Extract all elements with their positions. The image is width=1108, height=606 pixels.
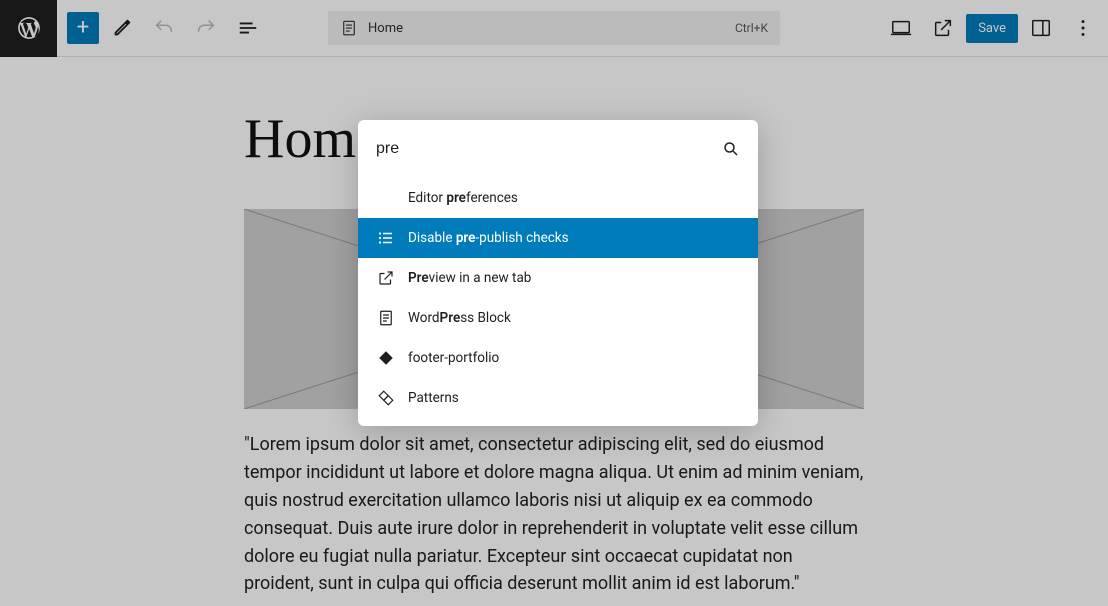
diamond-icon <box>376 349 396 367</box>
command-item-label: Editor preferences <box>408 190 518 206</box>
diamonds-icon <box>376 389 396 407</box>
command-palette: Editor preferences Disable pre-publish ch… <box>358 120 758 426</box>
external-icon <box>376 269 396 287</box>
command-item-4[interactable]: footer-portfolio <box>358 338 758 378</box>
command-item-0[interactable]: Editor preferences <box>358 178 758 218</box>
command-item-label: Preview in a new tab <box>408 270 531 286</box>
command-search-input[interactable] <box>376 140 722 158</box>
doc-icon <box>376 309 396 327</box>
command-result-list: Editor preferences Disable pre-publish ch… <box>358 178 758 426</box>
command-item-2[interactable]: Preview in a new tab <box>358 258 758 298</box>
command-item-5[interactable]: Patterns <box>358 378 758 418</box>
search-icon <box>722 140 740 158</box>
command-item-3[interactable]: WordPress Block <box>358 298 758 338</box>
command-item-label: Disable pre-publish checks <box>408 230 569 246</box>
command-input-row <box>358 120 758 178</box>
command-item-label: footer-portfolio <box>408 350 499 366</box>
command-item-label: WordPress Block <box>408 310 511 326</box>
command-item-label: Patterns <box>408 390 459 406</box>
list-icon <box>376 229 396 247</box>
command-item-1[interactable]: Disable pre-publish checks <box>358 218 758 258</box>
